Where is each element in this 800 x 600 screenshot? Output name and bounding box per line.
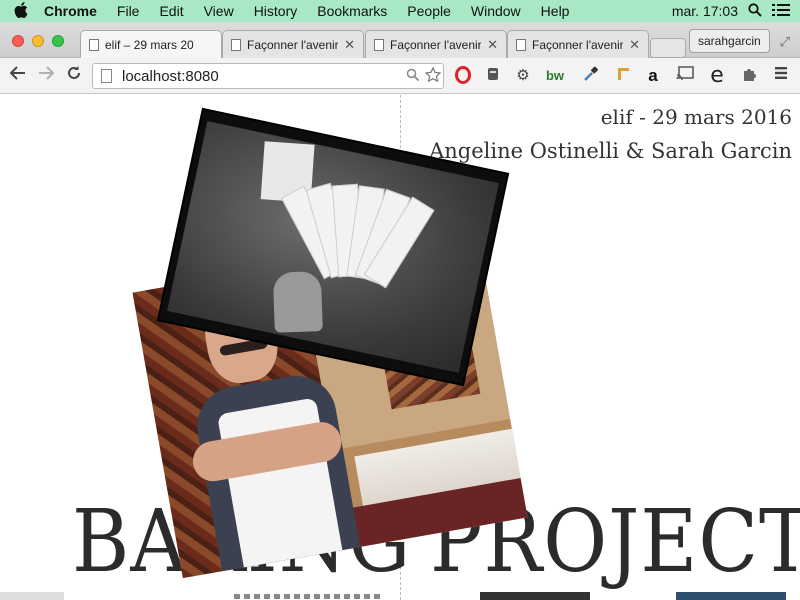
- page-info-icon[interactable]: [101, 69, 112, 83]
- clock[interactable]: mar. 17:03: [672, 3, 738, 19]
- e-icon[interactable]: e: [706, 65, 728, 87]
- reload-icon[interactable]: [62, 65, 86, 86]
- close-tab-icon[interactable]: ✕: [487, 37, 498, 53]
- browser-toolbar: localhost:8080 ⚙ bw a e: [0, 58, 800, 94]
- url-text[interactable]: localhost:8080: [122, 68, 403, 85]
- menu-file[interactable]: File: [107, 3, 150, 19]
- tab-elif[interactable]: elif – 29 mars 20: [80, 30, 222, 58]
- back-arrow-icon[interactable]: [6, 65, 30, 85]
- page-icon: [374, 38, 384, 51]
- gear-icon[interactable]: ⚙: [512, 66, 534, 86]
- address-bar[interactable]: localhost:8080: [92, 63, 444, 89]
- menu-icon[interactable]: [770, 66, 792, 86]
- spotlight-search-icon[interactable]: [748, 2, 762, 20]
- menu-edit[interactable]: Edit: [149, 3, 193, 19]
- notification-center-icon[interactable]: [772, 3, 790, 20]
- opera-icon[interactable]: [452, 66, 474, 86]
- apple-icon[interactable]: [8, 1, 34, 21]
- tab-faconner-3[interactable]: Façonner l'avenir ✕: [507, 30, 649, 58]
- bookmark-star-icon[interactable]: [423, 66, 443, 86]
- eyedropper-icon[interactable]: [580, 66, 602, 86]
- menu-bar-status: mar. 17:03: [672, 2, 800, 20]
- tab-label: Façonner l'avenir: [532, 37, 624, 52]
- menu-people[interactable]: People: [397, 3, 461, 19]
- tab-faconner-1[interactable]: Façonner l'avenir ✕: [222, 30, 364, 58]
- fullscreen-icon[interactable]: ⤢: [780, 34, 790, 50]
- tab-faconner-2[interactable]: Façonner l'avenir ✕: [365, 30, 507, 58]
- puzzle-icon[interactable]: [738, 66, 760, 86]
- menu-history[interactable]: History: [244, 3, 308, 19]
- web-page: elif - 29 mars 2016 Angeline Ostinelli &…: [0, 95, 800, 600]
- minimize-window-button[interactable]: [32, 35, 44, 47]
- tab-label: Façonner l'avenir: [390, 37, 482, 52]
- new-tab-button[interactable]: [650, 38, 686, 58]
- close-window-button[interactable]: [12, 35, 24, 47]
- tab-label: Façonner l'avenir: [247, 37, 339, 52]
- maximize-window-button[interactable]: [52, 35, 64, 47]
- page-icon: [231, 38, 241, 51]
- tab-label: elif – 29 mars 20: [105, 37, 194, 52]
- page-icon: [516, 38, 526, 51]
- close-tab-icon[interactable]: ✕: [344, 37, 355, 53]
- page-icon: [89, 38, 99, 51]
- amazon-icon[interactable]: a: [642, 66, 664, 86]
- menu-window[interactable]: Window: [461, 3, 531, 19]
- close-tab-icon[interactable]: ✕: [629, 37, 640, 53]
- evernote-icon[interactable]: [482, 66, 504, 86]
- bottom-strip: [0, 592, 800, 600]
- menu-bookmarks[interactable]: Bookmarks: [307, 3, 397, 19]
- menu-help[interactable]: Help: [531, 3, 580, 19]
- menu-bar: Chrome File Edit View History Bookmarks …: [0, 0, 800, 22]
- page-authors: Angeline Ostinelli & Sarah Garcin: [429, 139, 792, 163]
- menu-view[interactable]: View: [194, 3, 244, 19]
- bw-icon[interactable]: bw: [544, 66, 566, 86]
- menu-app-name[interactable]: Chrome: [34, 3, 107, 19]
- ruler-icon[interactable]: [612, 66, 634, 86]
- window-controls: [12, 35, 64, 47]
- screen: Chrome File Edit View History Bookmarks …: [0, 0, 800, 600]
- cast-icon[interactable]: [674, 66, 696, 86]
- forward-arrow-icon[interactable]: [34, 65, 58, 85]
- tab-strip: elif – 29 mars 20 Façonner l'avenir ✕ Fa…: [0, 22, 800, 58]
- zoom-search-icon[interactable]: [403, 68, 423, 85]
- page-date: elif - 29 mars 2016: [600, 105, 792, 129]
- profile-button[interactable]: sarahgarcin: [689, 29, 770, 53]
